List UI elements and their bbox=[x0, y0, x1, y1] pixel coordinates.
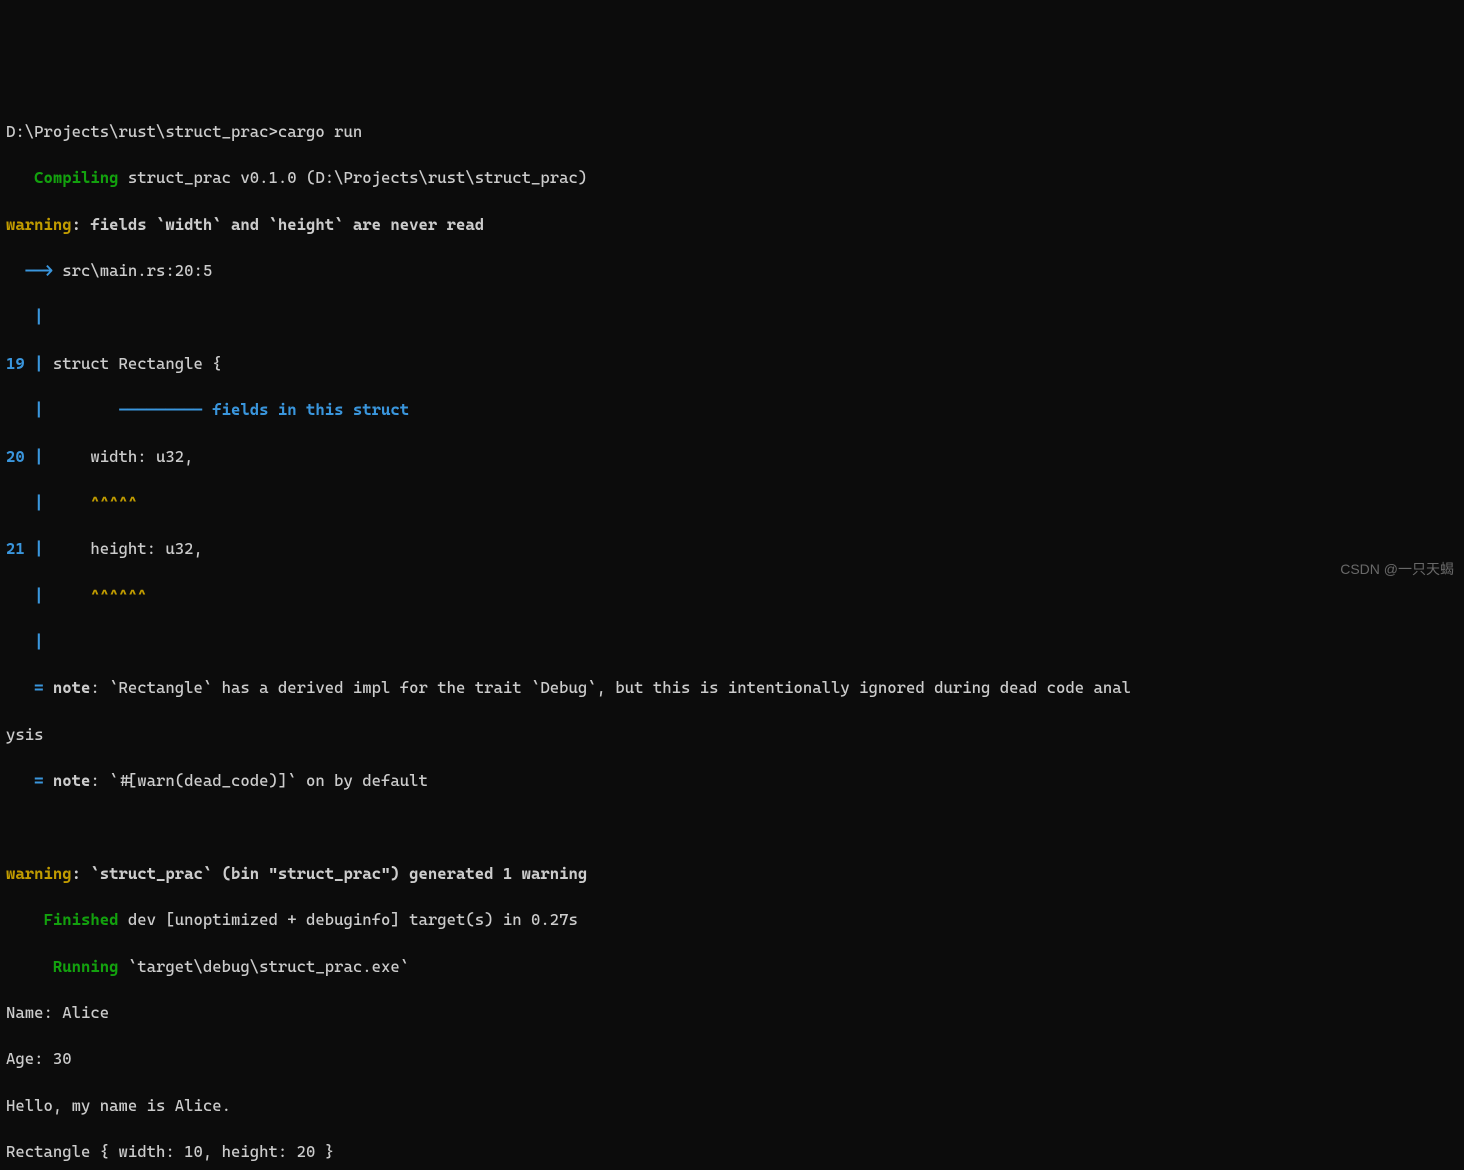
caret-width: ^^^^^ bbox=[90, 493, 137, 512]
warning-label: warning bbox=[6, 215, 72, 234]
arrow-indicator: --> bbox=[6, 261, 62, 280]
note-prefix: = bbox=[6, 771, 53, 790]
code-line-19: struct Rectangle { bbox=[44, 354, 222, 373]
terminal-output[interactable]: D:\Projects\rust\struct_prac>cargo run C… bbox=[6, 97, 1458, 1170]
gutter-pipe: | bbox=[6, 400, 44, 419]
prompt-path: D:\Projects\rust\struct_prac> bbox=[6, 122, 278, 141]
struct-underline: --------- bbox=[119, 400, 203, 419]
note-label: note bbox=[53, 771, 91, 790]
gutter-pipe: | bbox=[6, 632, 44, 651]
note-text-1-wrap: ysis bbox=[6, 725, 44, 744]
code-line-21: height: u32, bbox=[44, 539, 203, 558]
gutter-pipe: | bbox=[6, 307, 44, 326]
warning-summary: : `struct_prac` (bin "struct_prac") gene… bbox=[72, 864, 588, 883]
watermark-text: CSDN @一只天蝎 bbox=[1340, 559, 1454, 579]
running-label: Running bbox=[53, 957, 119, 976]
program-output-age: Age: 30 bbox=[6, 1049, 72, 1068]
compiling-detail: struct_prac v0.1.0 (D:\Projects\rust\str… bbox=[119, 168, 588, 187]
program-output-rect: Rectangle { width: 10, height: 20 } bbox=[6, 1142, 334, 1161]
caret-height: ^^^^^^ bbox=[90, 586, 146, 605]
finished-detail: dev [unoptimized + debuginfo] target(s) … bbox=[119, 910, 578, 929]
command-text: cargo run bbox=[278, 122, 362, 141]
compiling-label: Compiling bbox=[34, 168, 118, 187]
note-prefix: = bbox=[6, 678, 53, 697]
warning-label: warning bbox=[6, 864, 72, 883]
gutter-pipe: | bbox=[6, 586, 44, 605]
line-number-19: 19 bbox=[6, 354, 25, 373]
note-text-2: : `#[warn(dead_code)]` on by default bbox=[90, 771, 428, 790]
program-output-hello: Hello, my name is Alice. bbox=[6, 1096, 231, 1115]
program-output-name: Name: Alice bbox=[6, 1003, 109, 1022]
note-text-1: : `Rectangle` has a derived impl for the… bbox=[90, 678, 1131, 697]
warning-message: : fields `width` and `height` are never … bbox=[72, 215, 485, 234]
line-number-20: 20 bbox=[6, 447, 25, 466]
running-detail: `target\debug\struct_prac.exe` bbox=[119, 957, 410, 976]
note-label: note bbox=[53, 678, 91, 697]
gutter-pipe: | bbox=[6, 493, 44, 512]
finished-label: Finished bbox=[44, 910, 119, 929]
line-number-21: 21 bbox=[6, 539, 25, 558]
struct-note: fields in this struct bbox=[203, 400, 409, 419]
code-line-20: width: u32, bbox=[44, 447, 194, 466]
source-location: src\main.rs:20:5 bbox=[62, 261, 212, 280]
